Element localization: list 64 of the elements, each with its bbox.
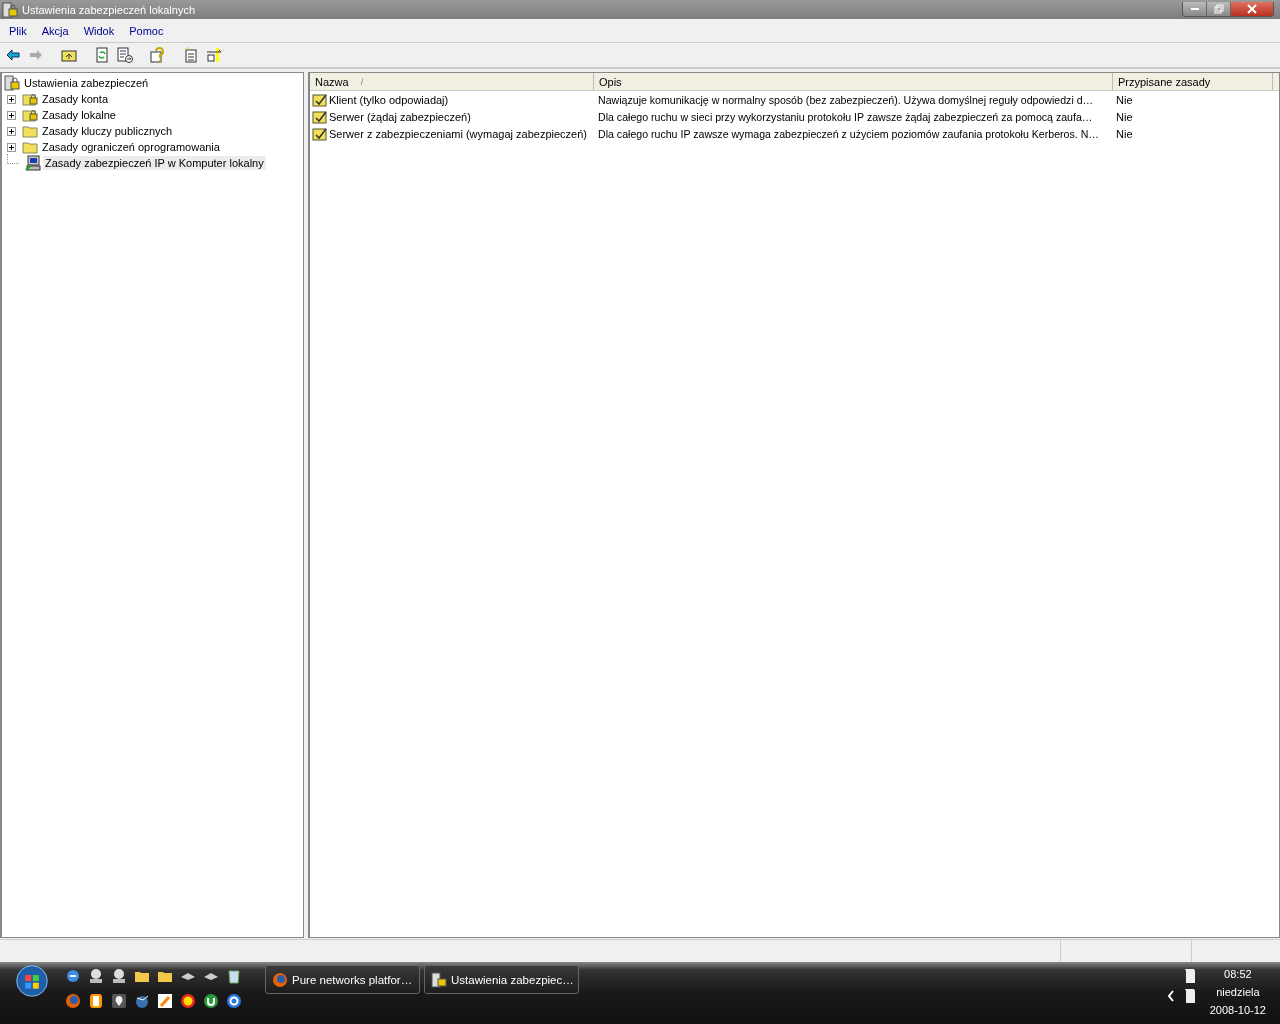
pen-icon[interactable] [157,993,173,1009]
policy-name[interactable]: Klient (tylko odpowiadaj) [329,93,449,106]
chevron-left-icon[interactable] [1165,988,1176,1004]
locked-folder-icon [22,107,38,123]
move-policy-icon[interactable] [206,47,222,63]
policy-name[interactable]: Serwer (żądaj zabezpieczeń) [329,110,471,123]
tree-item[interactable]: Ustawienia zabezpieczeń [22,76,151,90]
window-title: Ustawienia zabezpieczeń lokalnych [22,3,196,16]
assigned-value: Nie [1116,93,1133,106]
lock-server-icon [2,1,18,18]
column-header[interactable]: Przypisane zasady [1113,73,1273,90]
clock-day: niedziela [1216,986,1260,998]
new-document-icon[interactable] [183,47,199,63]
smiley-sun-icon[interactable] [180,993,196,1009]
up-folder-icon[interactable] [61,47,77,63]
column-header[interactable]: Nazwa / [310,73,594,90]
folder-icon [22,123,38,139]
policy-description: Dla całego ruchu w sieci przy wykorzystaniu protokołu IP zawsze żądaj zabezpieczeń za pomocą zaufa… [598,110,1093,123]
clock-time: 08:52 [1224,968,1252,980]
help-icon[interactable] [150,47,166,63]
close-icon [1247,4,1257,14]
expand-icon[interactable] [7,94,16,104]
policy-description: Nawiązuje komunikację w normalny sposób (bez zabezpieczeń). Używa domyślnej reguły odpowiedzi d… [598,93,1094,106]
computer-icon [25,155,41,171]
assigned-value: Nie [1116,127,1133,140]
expand-icon[interactable] [7,142,16,152]
policy-folder-icon [312,125,328,142]
locked-folder-icon [22,91,38,107]
recycle-bin-icon[interactable] [226,968,242,984]
restore-icon [1213,4,1224,14]
menu-item[interactable]: Pomoc [123,22,170,39]
expand-icon[interactable] [7,126,16,136]
expand-icon[interactable] [7,110,16,120]
menu-item[interactable]: Widok [77,22,121,39]
minimize-icon [1189,8,1200,10]
policy-folder-icon [312,91,328,108]
browser-icon[interactable] [65,968,81,984]
restore-button[interactable] [1207,2,1231,16]
menu-item[interactable]: Akcja [35,22,75,39]
policy-name[interactable]: Serwer z zabezpieczeniami (wymagaj zabezpieczeń) [329,127,587,140]
menu-item[interactable]: Plik [3,22,33,39]
tree-item[interactable]: Zasady lokalne [40,108,118,122]
tree-item[interactable]: Zasady zabezpieczeń IP w Komputer lokalny [43,156,266,170]
minimize-button[interactable] [1183,2,1207,16]
tree-item[interactable]: Zasady konta [40,92,111,106]
policy-folder-icon [312,108,328,125]
taskbar-button[interactable]: Ustawienia zabezpiec… [424,965,579,994]
lock-server-icon [4,75,20,91]
folder-icon [22,139,38,155]
torrent-icon[interactable] [203,993,219,1009]
back-arrow-icon[interactable] [5,47,21,63]
refresh-icon[interactable] [94,47,110,63]
lock-server-icon [431,971,447,988]
export-list-icon[interactable] [117,47,133,63]
taskbar-button[interactable]: Pure networks platfor… [265,965,420,994]
tree-item[interactable]: Zasady ograniczeń oprogramowania [40,140,222,154]
start-orb-icon[interactable] [15,964,49,998]
chat-app-icon[interactable] [226,993,242,1009]
clock-date: 2008-10-12 [1209,1004,1266,1016]
close-button[interactable] [1231,2,1273,16]
assigned-value: Nie [1116,110,1133,123]
tree-item[interactable]: Zasady kluczy publicznych [40,124,175,138]
policy-description: Dla całego ruchu IP zawsze wymaga zabezpieczeń z użyciem poziomów zaufania protokołu Kerberos. N… [598,127,1099,140]
column-header[interactable]: Opis [594,73,1113,90]
